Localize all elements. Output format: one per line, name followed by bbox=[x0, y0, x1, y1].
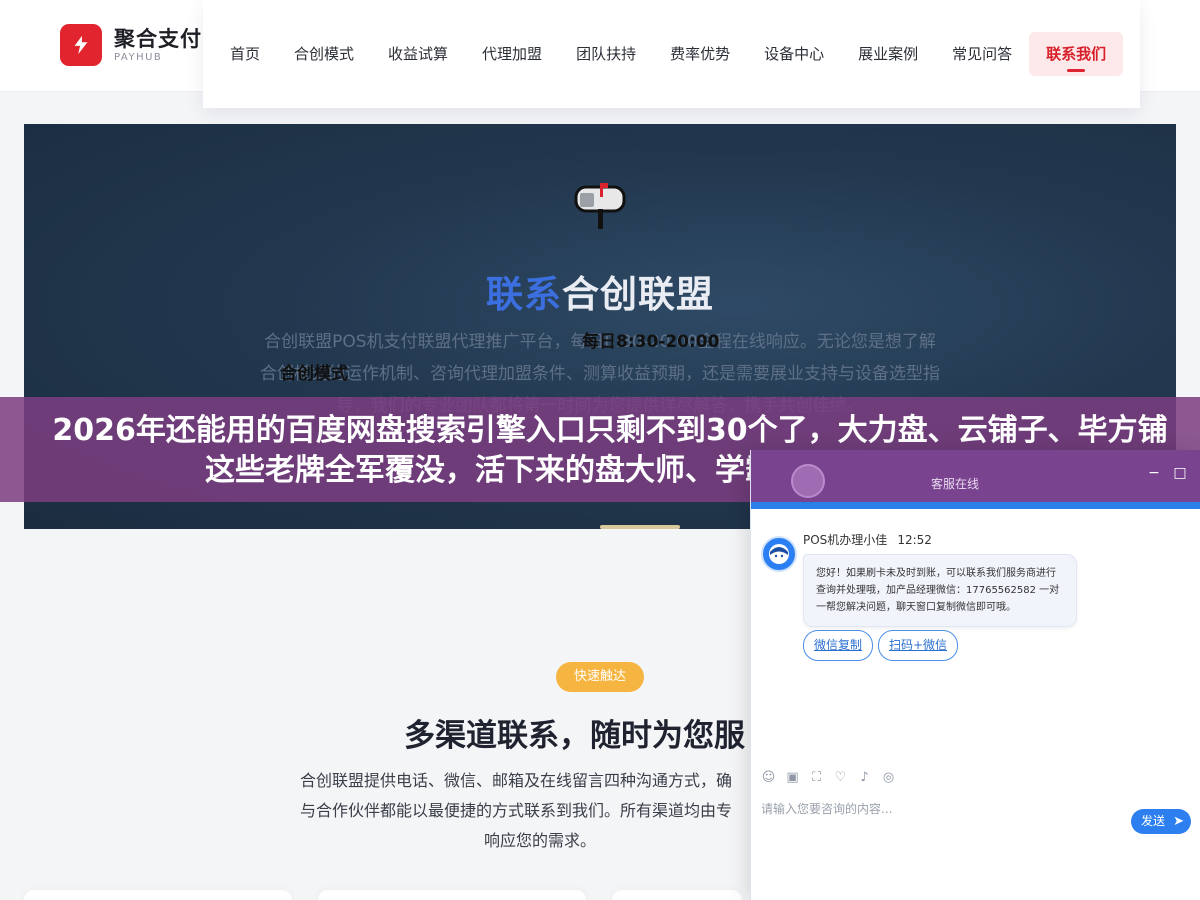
contact-card[interactable] bbox=[612, 890, 742, 900]
chat-widget: 客服在线 − □ POS机办理小佳 12:52 您好！如果刷卡未及时到账，可以联系… bbox=[750, 450, 1200, 900]
contact-card[interactable] bbox=[318, 890, 586, 900]
screenshot-icon[interactable]: ⛶ bbox=[809, 770, 824, 785]
nav-item-calculator[interactable]: 收益试算 bbox=[371, 32, 465, 76]
chat-header-avatar bbox=[791, 464, 825, 498]
chat-history-icon[interactable]: ◎ bbox=[881, 770, 896, 785]
image-icon[interactable]: ▣ bbox=[785, 770, 800, 785]
active-indicator bbox=[1067, 69, 1086, 72]
brand-subtitle: PAYHUB bbox=[114, 52, 163, 63]
message-bubble: 您好！如果刷卡未及时到账，可以联系我们服务商进行查询并处理哦，加产品经理微信：1… bbox=[803, 554, 1077, 627]
nav-item-devices[interactable]: 设备中心 bbox=[747, 32, 841, 76]
nav-item-model[interactable]: 合创模式 bbox=[277, 32, 371, 76]
hero-title-rest: 合创联盟 bbox=[562, 273, 714, 316]
lightning-icon bbox=[60, 24, 102, 66]
send-arrow-icon: ➤ bbox=[1173, 814, 1184, 829]
section-description: 合创联盟提供电话、微信、邮箱及在线留言四种沟通方式，确 与合作伙伴都能以最便捷的… bbox=[300, 766, 760, 856]
nav-item-agency[interactable]: 代理加盟 bbox=[465, 32, 559, 76]
hero-hours-highlight: 每日8:30-20:00 bbox=[582, 332, 720, 352]
section-chip: 快速触达 bbox=[556, 662, 644, 692]
agent-name: POS机办理小佳 bbox=[803, 533, 888, 547]
section-title: 多渠道联系，随时为您服 bbox=[404, 718, 745, 754]
voice-icon[interactable]: ♪ bbox=[857, 770, 872, 785]
section-desc-line-2: 与合作伙伴都能以最便捷的方式联系到我们。所有渠道均由专 bbox=[300, 801, 733, 820]
message-meta: POS机办理小佳 12:52 bbox=[803, 531, 932, 548]
scan-wechat-button[interactable]: 扫码+微信 bbox=[878, 630, 959, 661]
maximize-icon[interactable]: □ bbox=[1171, 464, 1189, 482]
brand-logo[interactable]: 聚合支付 PAYHUB bbox=[60, 24, 202, 66]
chat-header-label: 客服在线 bbox=[931, 477, 980, 491]
chat-input[interactable]: 请输入您要咨询的内容... bbox=[761, 800, 892, 817]
message-time: 12:52 bbox=[897, 533, 932, 547]
brand-name: 聚合支付 bbox=[114, 27, 202, 51]
send-button[interactable]: 发送 ➤ bbox=[1131, 809, 1191, 834]
emoji-icon[interactable]: ☺ bbox=[761, 770, 776, 785]
chat-header: 客服在线 − □ bbox=[751, 450, 1200, 502]
nav-item-rates[interactable]: 费率优势 bbox=[653, 32, 747, 76]
nav-item-cases[interactable]: 展业案例 bbox=[841, 32, 935, 76]
nav-item-home[interactable]: 首页 bbox=[213, 32, 277, 76]
hero-progress-bar bbox=[600, 525, 680, 529]
main-nav: 首页 合创模式 收益试算 代理加盟 团队扶持 费率优势 设备中心 展业案例 常见… bbox=[203, 0, 1140, 108]
contact-card[interactable] bbox=[24, 890, 292, 900]
nav-item-contact[interactable]: 联系我们 bbox=[1029, 32, 1124, 76]
mailbox-icon bbox=[574, 183, 626, 229]
nav-item-team[interactable]: 团队扶持 bbox=[559, 32, 653, 76]
agent-face-icon bbox=[769, 544, 789, 564]
minimize-icon[interactable]: − bbox=[1145, 464, 1163, 482]
hero-title-highlight: 联系 bbox=[486, 273, 562, 316]
chat-accent-stripe bbox=[751, 502, 1200, 509]
hero-title: 联系合创联盟 bbox=[24, 264, 1176, 318]
agent-avatar bbox=[761, 536, 797, 572]
section-desc-line-1: 合创联盟提供电话、微信、邮箱及在线留言四种沟通方式，确 bbox=[300, 771, 733, 790]
copy-wechat-button[interactable]: 微信复制 bbox=[803, 630, 874, 661]
rating-icon[interactable]: ♡ bbox=[833, 770, 848, 785]
send-label: 发送 bbox=[1141, 814, 1166, 828]
nav-item-faq[interactable]: 常见问答 bbox=[935, 32, 1029, 76]
hero-tooltip: 合创模式 bbox=[280, 364, 348, 384]
nav-item-contact-label: 联系我们 bbox=[1046, 45, 1107, 63]
chat-toolbar: ☺ ▣ ⛶ ♡ ♪ ◎ bbox=[761, 770, 896, 785]
